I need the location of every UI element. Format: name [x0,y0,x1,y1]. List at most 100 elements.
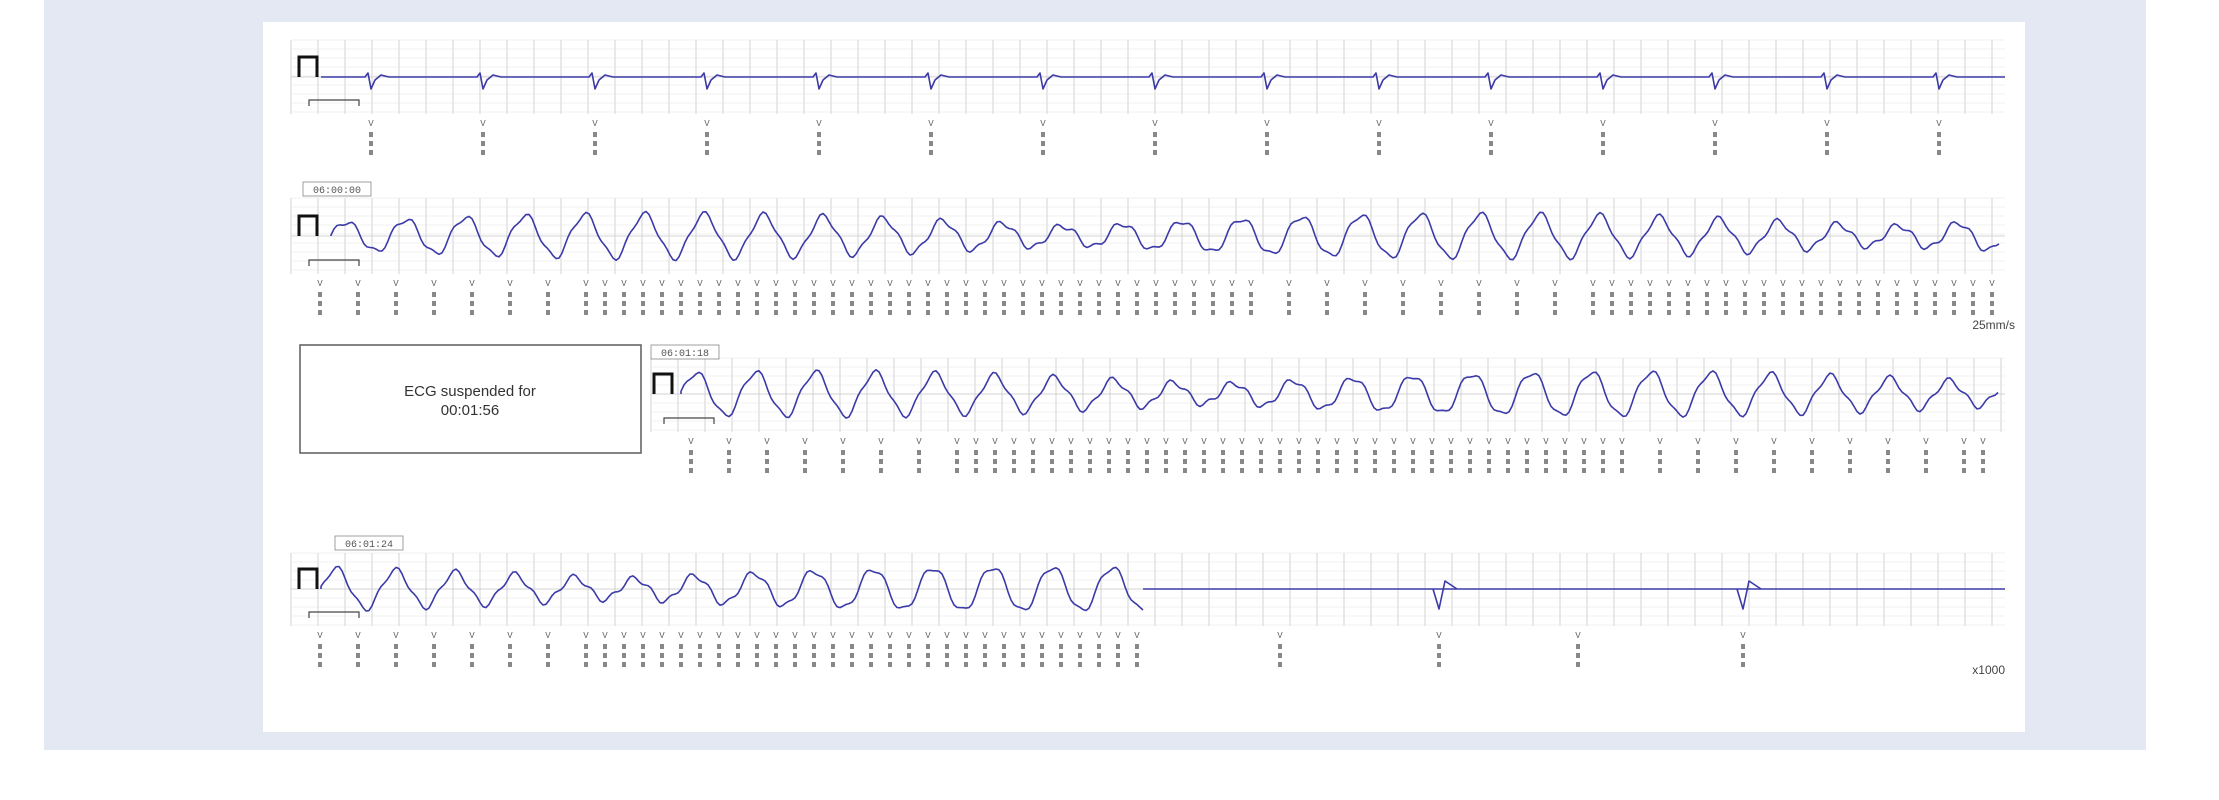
svg-text:V: V [1315,437,1321,447]
strip-3-grid [650,357,2005,432]
beat-marker: V [1096,631,1102,667]
beat-marker: V [1049,437,1055,473]
beat-marker: V [1001,631,1007,667]
beat-marker: V [1980,437,1986,473]
svg-text:V: V [1771,437,1777,447]
svg-text:V: V [1153,279,1159,289]
svg-text:V: V [1020,631,1026,641]
beat-marker: V [1096,279,1102,315]
beat-marker: V [773,631,779,667]
beat-marker: V [1723,279,1729,315]
beat-marker: V [1609,279,1615,315]
beat-marker: V [1885,437,1891,473]
beat-marker: V [1039,279,1045,315]
svg-text:V: V [704,119,710,129]
svg-text:V: V [1429,437,1435,447]
svg-text:V: V [1742,279,1748,289]
ecg-chart: V V V V V V V V V V V V V V V V V V V V V V V V V V V V V V V V V V V V V V V V… [290,39,2015,677]
strip-4-timestamp: 06:01:24 [334,535,404,551]
beat-marker: V [1391,437,1397,473]
beat-marker: V [1001,279,1007,315]
beat-marker: V [355,279,361,315]
svg-text:V: V [716,279,722,289]
svg-text:V: V [1733,437,1739,447]
svg-text:V: V [1488,119,1494,129]
svg-text:V: V [982,631,988,641]
beat-marker: V [592,119,598,155]
beat-marker: V [1011,437,1017,473]
beat-marker: V [1362,279,1368,315]
beat-marker: V [621,631,627,667]
svg-text:V: V [1258,437,1264,447]
svg-text:V: V [1286,279,1292,289]
svg-text:V: V [1220,437,1226,447]
strip-3-time: 06:01:18 [661,349,709,360]
svg-text:V: V [393,631,399,641]
beat-marker: V [878,437,884,473]
beat-marker: V [688,437,694,473]
strip-2-timestamp: 06:00:00 [302,181,372,197]
beat-marker: V [1134,631,1140,667]
beat-marker: V [1647,279,1653,315]
beat-marker: V [868,279,874,315]
strip-4-end-label: x1000 [1972,663,2005,677]
beat-marker: V [1761,279,1767,315]
svg-text:V: V [697,279,703,289]
beat-marker: V [992,437,998,473]
beat-marker: V [545,279,551,315]
beat-marker: V [1229,279,1235,315]
svg-text:V: V [887,631,893,641]
svg-text:V: V [393,279,399,289]
beat-marker: V [368,119,374,155]
beat-marker: V [1376,119,1382,155]
beat-marker: V [621,279,627,315]
beat-marker: V [944,279,950,315]
beat-marker: V [469,279,475,315]
beat-marker: V [1913,279,1919,315]
beat-marker: V [1524,437,1530,473]
svg-text:V: V [469,631,475,641]
beat-marker: V [802,437,808,473]
svg-text:V: V [1324,279,1330,289]
beat-marker: V [1020,631,1026,667]
beat-marker: V [1590,279,1596,315]
beat-marker: V [1264,119,1270,155]
beat-marker: V [811,279,817,315]
beat-marker: V [1666,279,1672,315]
beat-marker: V [1989,279,1995,315]
svg-text:V: V [1657,437,1663,447]
beat-marker: V [393,279,399,315]
svg-text:V: V [1115,279,1121,289]
svg-text:V: V [1362,279,1368,289]
svg-text:V: V [916,437,922,447]
svg-text:V: V [1590,279,1596,289]
svg-text:V: V [735,631,741,641]
svg-text:V: V [1562,437,1568,447]
beat-marker: V [355,631,361,667]
beat-marker: V [659,279,665,315]
svg-text:V: V [726,437,732,447]
beat-marker: V [1809,437,1815,473]
svg-text:V: V [583,631,589,641]
svg-text:V: V [925,279,931,289]
svg-text:V: V [1980,437,1986,447]
svg-text:V: V [317,631,323,641]
svg-text:V: V [840,437,846,447]
beat-marker: V [1824,119,1830,155]
svg-text:V: V [982,279,988,289]
svg-text:V: V [1761,279,1767,289]
svg-text:V: V [678,279,684,289]
svg-text:V: V [1039,631,1045,641]
beat-marker: V [1923,437,1929,473]
beat-marker: V [773,279,779,315]
beat-marker: V [1087,437,1093,473]
beat-marker: V [1628,279,1634,315]
svg-text:V: V [925,631,931,641]
strip-3-calibration-pulse [652,372,674,394]
beat-marker: V [1248,279,1254,315]
beat-marker: V [1467,437,1473,473]
svg-text:V: V [773,631,779,641]
beat-marker: V [1400,279,1406,315]
beat-marker: V [583,279,589,315]
beat-marker: V [1552,279,1558,315]
